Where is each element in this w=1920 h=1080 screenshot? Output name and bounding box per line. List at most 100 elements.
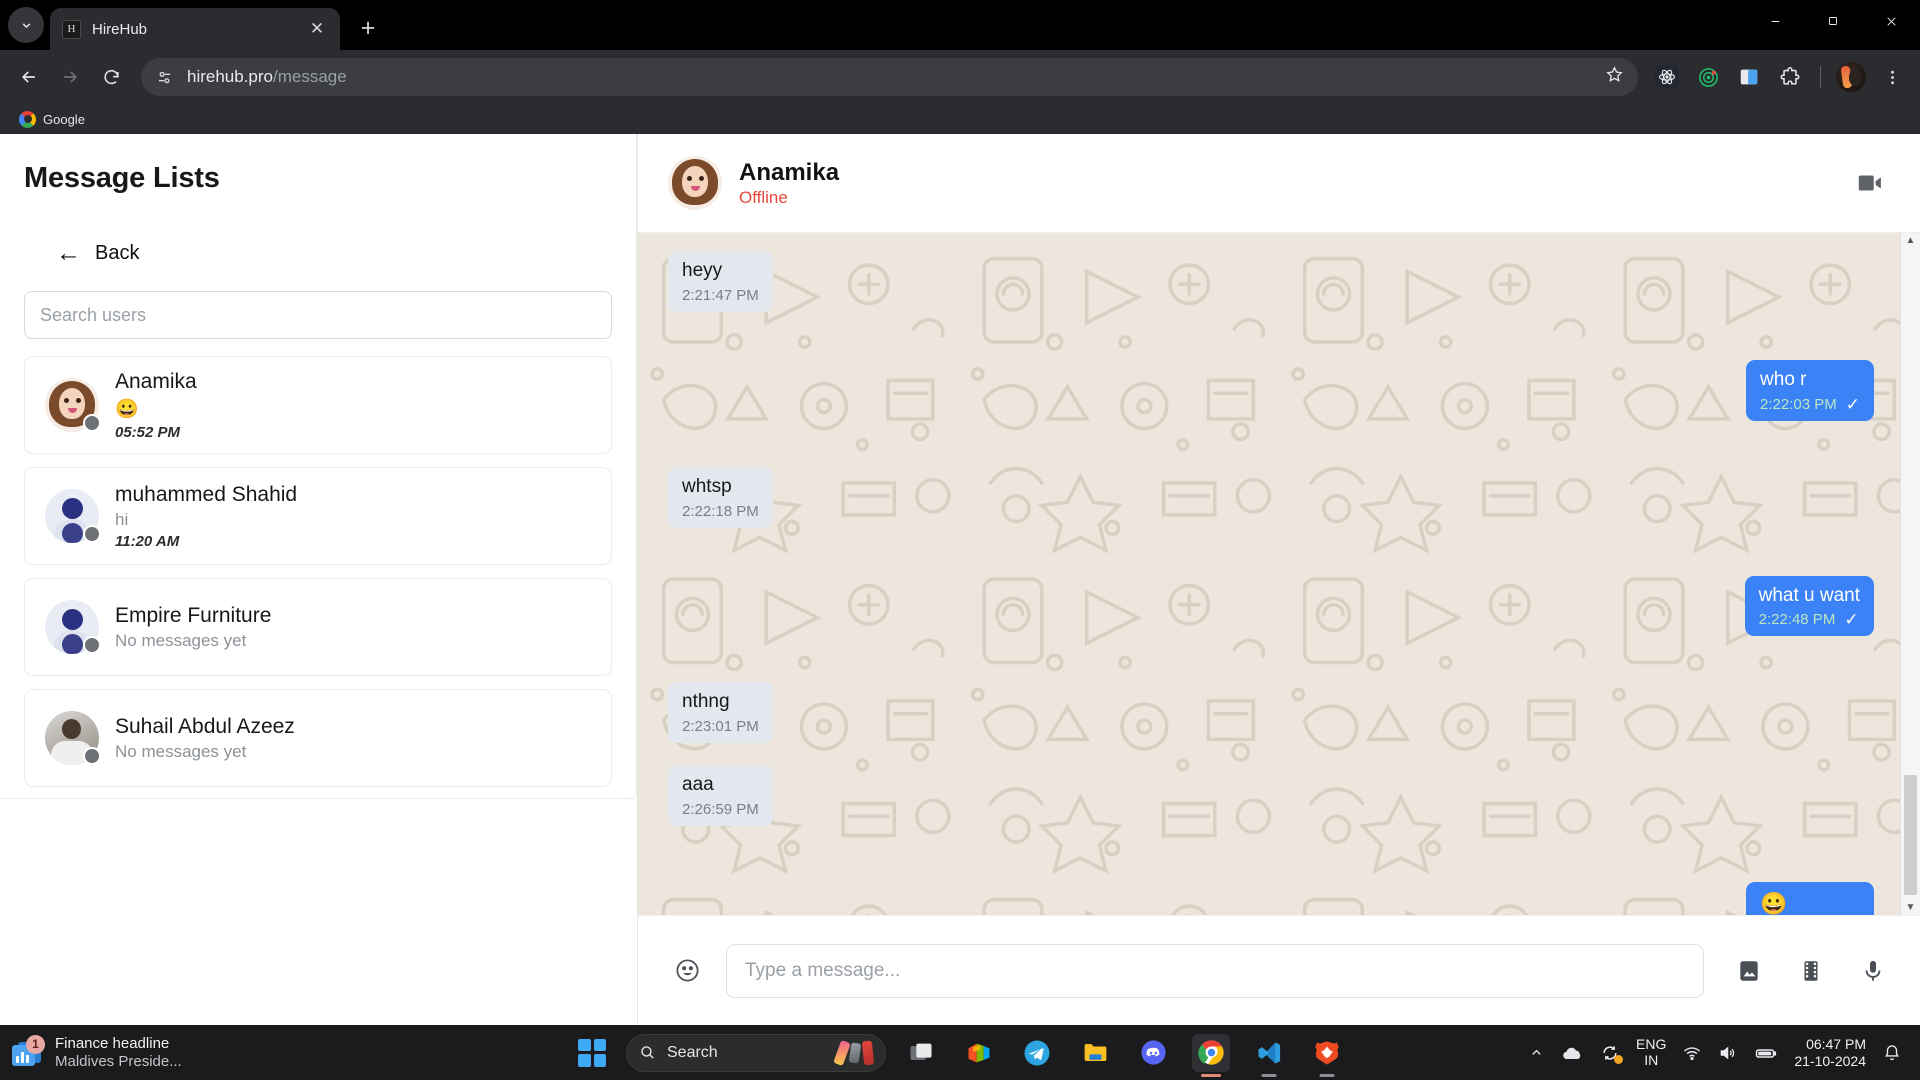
message-time: 2:22:18 PM — [682, 502, 759, 520]
message-time: 11:20 AM — [115, 532, 180, 550]
search-input[interactable]: Search users — [24, 291, 612, 339]
chat-scrollbar[interactable]: ▲ ▼ — [1900, 233, 1920, 915]
chat-header: Anamika Offline — [638, 134, 1920, 233]
target-icon[interactable] — [1690, 59, 1726, 95]
message-sidebar: Message Lists ← Back Search users Anamik… — [0, 134, 638, 1025]
user-list: Anamika 😀 05:52 PM muhammed Shahid hi 11… — [24, 356, 612, 787]
site-info-icon[interactable] — [155, 68, 174, 87]
bookmark-label: Google — [43, 111, 85, 127]
video-icon[interactable] — [1794, 954, 1828, 988]
bookmark-google[interactable]: Google — [12, 108, 92, 131]
telegram-icon[interactable] — [1018, 1034, 1056, 1072]
list-item[interactable]: Anamika 😀 05:52 PM — [24, 356, 612, 454]
windows-start-icon[interactable] — [574, 1035, 610, 1071]
sync-icon[interactable] — [1600, 1043, 1624, 1064]
battery-icon[interactable] — [1754, 1041, 1778, 1065]
read-receipt-icon: ✓ — [1845, 394, 1860, 414]
minimize-button[interactable] — [1746, 0, 1804, 42]
taskbar-search[interactable]: Search — [626, 1033, 886, 1072]
list-item[interactable]: muhammed Shahid hi 11:20 AM — [24, 467, 612, 565]
message-time: 2:22:03 PM — [1760, 395, 1837, 413]
message-text: heyy — [682, 260, 723, 281]
url-host: hirehub.pro — [187, 67, 274, 86]
window-close-button[interactable] — [1862, 0, 1920, 42]
google-icon — [19, 110, 36, 128]
maximize-button[interactable] — [1804, 0, 1862, 42]
windows-taskbar: 1 Finance headline Maldives Preside... S… — [0, 1025, 1920, 1080]
message-row: heyy 2:21:47 PM — [668, 251, 1874, 312]
vs-code-icon[interactable] — [1250, 1034, 1288, 1077]
back-arrow-icon: ← — [56, 239, 81, 267]
brave-browser-icon[interactable] — [1308, 1034, 1346, 1077]
message-bubble-outgoing: who r 2:22:03 PM ✓ — [1746, 359, 1874, 421]
message-text: 😀 — [1760, 891, 1788, 915]
search-decoration-icon — [833, 1039, 875, 1066]
tab-title: HireHub — [92, 20, 148, 38]
message-row: aaa 2:26:59 PM — [668, 765, 1874, 827]
message-preview: hi — [115, 509, 129, 529]
profile-avatar[interactable] — [1833, 59, 1869, 95]
list-item[interactable]: Suhail Abdul Azeez No messages yet — [24, 689, 612, 787]
scrollbar-thumb[interactable] — [1904, 775, 1917, 895]
status-badge — [83, 525, 101, 543]
star-icon[interactable] — [1605, 65, 1624, 89]
message-input[interactable]: Type a message... — [726, 943, 1704, 998]
language-indicator[interactable]: ENG IN — [1636, 1036, 1666, 1068]
tab-search-chevron-icon[interactable] — [8, 7, 44, 43]
back-icon[interactable] — [10, 58, 48, 96]
forward-icon[interactable] — [51, 58, 89, 96]
tray-overflow-icon[interactable] — [1529, 1045, 1544, 1060]
tab-favicon: H — [62, 19, 81, 39]
volume-icon[interactable] — [1718, 1043, 1738, 1063]
microsoft-365-icon[interactable] — [960, 1034, 998, 1072]
clock-date: 21-10-2024 — [1794, 1052, 1866, 1069]
task-view-icon[interactable] — [902, 1034, 940, 1072]
news-widget[interactable]: 1 Finance headline Maldives Preside... — [12, 1034, 312, 1070]
status-badge — [83, 414, 101, 432]
back-button[interactable]: ← Back — [56, 241, 139, 266]
new-tab-button[interactable]: + — [350, 10, 386, 46]
video-camera-icon[interactable] — [1848, 161, 1892, 205]
bell-icon[interactable] — [1882, 1043, 1902, 1063]
scrollbar-track[interactable] — [1904, 247, 1917, 901]
status-badge — [83, 747, 101, 765]
avatar — [45, 378, 101, 432]
close-icon[interactable]: ✕ — [306, 18, 328, 40]
message-bubble-incoming: nthng 2:23:01 PM — [668, 682, 773, 744]
browser-toolbar: hirehub.pro/message — [0, 50, 1920, 104]
page-title: Message Lists — [24, 162, 220, 194]
address-bar[interactable]: hirehub.pro/message — [141, 58, 1638, 96]
search-icon — [639, 1044, 656, 1061]
wifi-icon[interactable] — [1682, 1043, 1702, 1063]
scroll-down-icon[interactable]: ▼ — [1906, 902, 1916, 913]
emoji-smiley-icon[interactable] — [670, 954, 704, 988]
discord-icon[interactable] — [1134, 1034, 1172, 1072]
react-devtools-icon[interactable] — [1649, 59, 1685, 95]
scroll-up-icon[interactable]: ▲ — [1906, 235, 1916, 246]
contact-name: Anamika — [739, 159, 840, 186]
file-explorer-icon[interactable] — [1076, 1034, 1114, 1072]
reload-icon[interactable] — [92, 58, 130, 96]
extensions-icon[interactable] — [1772, 59, 1808, 95]
message-row: whtsp 2:22:18 PM — [668, 466, 1874, 528]
microphone-icon[interactable] — [1856, 954, 1890, 988]
news-icon: 1 — [12, 1034, 45, 1066]
image-icon[interactable] — [1732, 954, 1766, 988]
taskbar-center: Search — [574, 1033, 1346, 1077]
message-time: 2:26:59 PM — [682, 801, 759, 819]
side-panel-icon[interactable] — [1731, 59, 1767, 95]
message-row: nthng 2:23:01 PM — [668, 682, 1874, 744]
onedrive-icon[interactable] — [1560, 1041, 1584, 1065]
browser-tab[interactable]: H HireHub ✕ — [50, 8, 340, 50]
user-name: muhammed Shahid — [115, 482, 298, 506]
avatar[interactable] — [668, 156, 722, 210]
google-chrome-icon[interactable] — [1192, 1033, 1230, 1077]
message-preview: No messages yet — [115, 741, 247, 761]
list-item[interactable]: Empire Furniture No messages yet — [24, 578, 612, 676]
message-time: 2:21:47 PM — [682, 286, 759, 304]
taskbar-clock[interactable]: 06:47 PM 21-10-2024 — [1794, 1036, 1866, 1070]
message-row: what u want 2:22:48 PM ✓ — [668, 575, 1874, 637]
menu-icon[interactable] — [1874, 59, 1910, 95]
search-placeholder: Search users — [40, 304, 147, 325]
message-text: aaa — [682, 774, 714, 796]
